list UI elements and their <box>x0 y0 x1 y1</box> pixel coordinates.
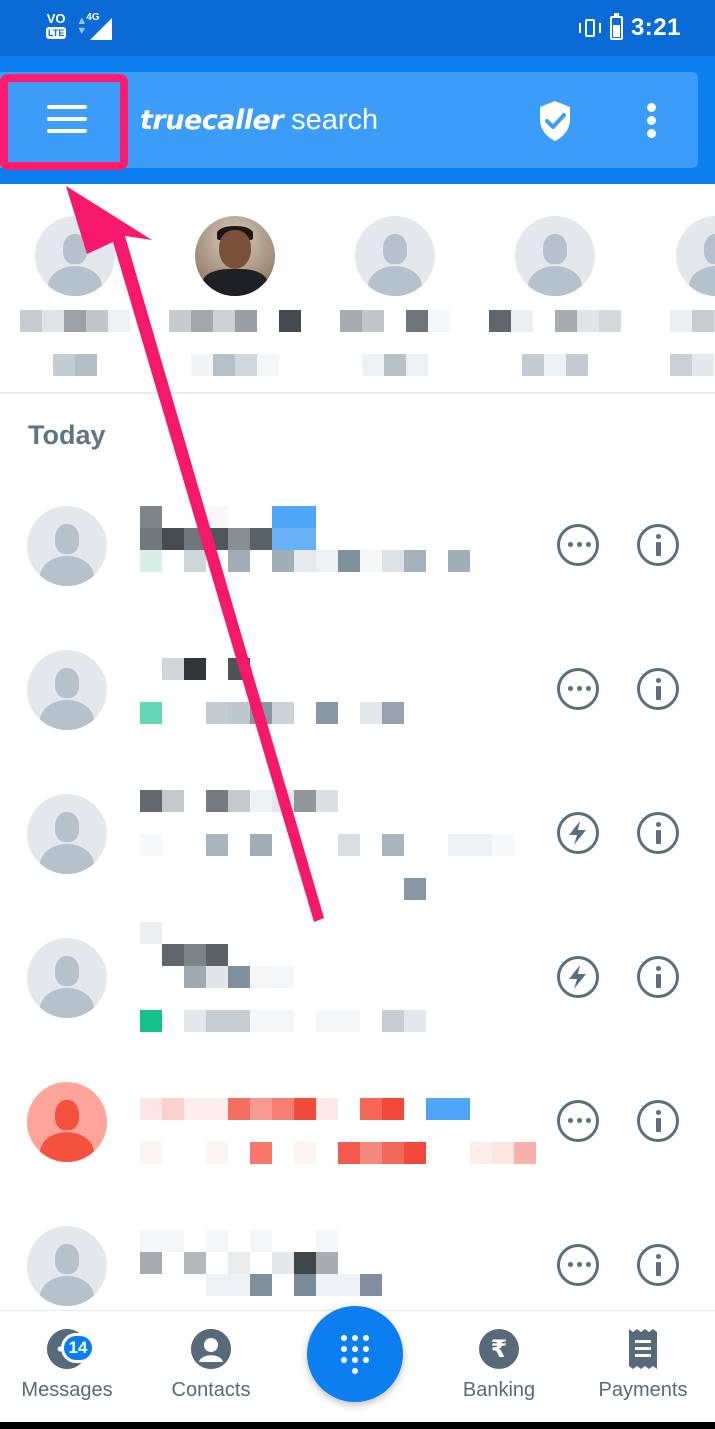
contact-name-blur <box>320 310 470 332</box>
status-bar: VO LTE ▲ ▼ 4G 3:21 <box>0 0 715 56</box>
more-vertical-icon[interactable] <box>644 103 658 139</box>
lte-label: LTE <box>46 27 67 39</box>
contact-name-blur <box>480 310 630 332</box>
nav-payments-label: Payments <box>598 1379 688 1401</box>
screen: VO LTE ▲ ▼ 4G 3:21 truecaller search Tod… <box>0 0 715 1422</box>
caller-name-blur <box>140 1098 536 1164</box>
message-icon[interactable] <box>557 668 599 710</box>
section-title-today: Today <box>28 420 106 450</box>
default-avatar-icon <box>515 216 595 296</box>
info-icon[interactable] <box>637 668 679 710</box>
receipt-icon <box>623 1329 663 1369</box>
contact-icon <box>191 1329 231 1369</box>
contact-number-blur <box>636 354 715 376</box>
nav-contacts[interactable]: Contacts <box>141 1329 281 1402</box>
info-icon[interactable] <box>637 956 679 998</box>
contact-number-blur <box>480 354 630 376</box>
nav-contacts-label: Contacts <box>171 1379 251 1401</box>
flash-icon[interactable] <box>557 956 599 998</box>
nav-messages[interactable]: 14 Messages <box>0 1329 137 1402</box>
caller-name-blur <box>140 1230 382 1296</box>
contact-number-blur <box>0 354 150 376</box>
signal-icon: ▲ ▼ 4G <box>76 12 116 40</box>
default-avatar-icon <box>27 1226 107 1306</box>
search-word: search <box>291 104 379 136</box>
contact-number-blur <box>160 354 310 376</box>
nav-banking[interactable]: ₹ Banking <box>429 1329 569 1402</box>
contact-name-blur <box>160 310 310 332</box>
status-time: 3:21 <box>630 14 681 41</box>
info-icon[interactable] <box>637 1100 679 1142</box>
default-avatar-icon <box>27 794 107 874</box>
truecaller-logo: truecaller <box>140 105 284 136</box>
contact-name-blur <box>636 310 715 332</box>
status-right: 3:21 <box>578 13 681 42</box>
flash-icon[interactable] <box>557 812 599 854</box>
message-icon[interactable] <box>557 1100 599 1142</box>
frequent-contact[interactable] <box>160 216 310 376</box>
contact-name-blur <box>0 310 150 332</box>
dialpad-icon <box>341 1335 369 1374</box>
messages-badge: 14 <box>61 1333 95 1363</box>
info-icon[interactable] <box>637 1244 679 1286</box>
call-log-row[interactable] <box>0 1052 715 1192</box>
signal-strength-icon <box>90 18 113 40</box>
section-divider <box>0 392 715 394</box>
frequent-contacts <box>0 184 715 394</box>
caller-name-blur <box>140 790 514 900</box>
battery-icon <box>609 13 623 40</box>
info-icon[interactable] <box>637 524 679 566</box>
spam-avatar-icon <box>27 1082 107 1162</box>
call-log-row[interactable] <box>0 476 715 616</box>
nav-banking-label: Banking <box>462 1379 536 1401</box>
caller-name-blur <box>140 506 470 572</box>
frequent-contact[interactable] <box>0 216 150 376</box>
contact-number-blur <box>320 354 470 376</box>
default-avatar-icon <box>35 216 115 296</box>
photo-avatar <box>195 216 275 296</box>
default-avatar-icon <box>676 216 715 296</box>
brand-title[interactable]: truecaller search <box>140 104 378 137</box>
rupee-symbol: ₹ <box>490 1336 508 1363</box>
call-log-row[interactable] <box>0 764 715 904</box>
frequent-contact[interactable] <box>636 216 715 376</box>
default-avatar-icon <box>27 938 107 1018</box>
caller-name-blur <box>140 658 404 724</box>
default-avatar-icon <box>355 216 435 296</box>
call-log-row[interactable] <box>0 620 715 760</box>
frequent-contact[interactable] <box>480 216 630 376</box>
message-icon[interactable] <box>557 1244 599 1286</box>
default-avatar-icon <box>27 506 107 586</box>
status-left: VO LTE ▲ ▼ 4G <box>46 12 116 40</box>
menu-button-highlight[interactable] <box>0 74 128 170</box>
dialpad-button[interactable] <box>307 1306 403 1402</box>
vibrate-icon <box>578 17 602 39</box>
default-avatar-icon <box>27 650 107 730</box>
caller-name-blur <box>140 922 426 1032</box>
nav-payments[interactable]: Payments <box>573 1329 713 1402</box>
nav-messages-label: Messages <box>21 1379 113 1401</box>
message-icon[interactable] <box>557 524 599 566</box>
shield-check-icon[interactable] <box>537 99 573 143</box>
volte-icon: VO LTE <box>46 11 67 39</box>
info-icon[interactable] <box>637 812 679 854</box>
call-log-row[interactable] <box>0 908 715 1048</box>
rupee-icon: ₹ <box>479 1329 519 1369</box>
volte-label: VO <box>46 11 66 26</box>
frequent-contact[interactable] <box>320 216 470 376</box>
